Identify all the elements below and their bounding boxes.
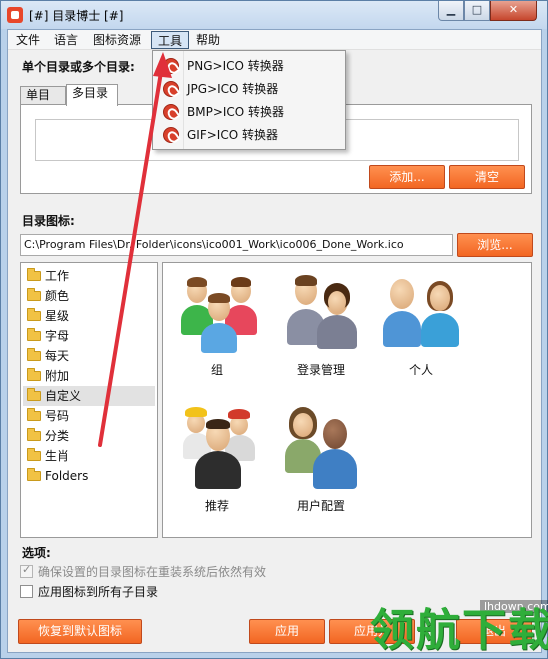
category-item[interactable]: 附加: [23, 366, 155, 386]
folder-icon: [27, 448, 41, 461]
add-button[interactable]: 添加...: [369, 165, 445, 189]
folder-icon: [27, 268, 41, 281]
icon-caption: 组: [210, 363, 223, 377]
group-people-icon: [179, 269, 259, 353]
window-title: [#] 目录博士 [#]: [29, 9, 124, 23]
menu-tools[interactable]: 工具: [151, 31, 190, 49]
icon-tile-group[interactable]: 组: [169, 265, 265, 385]
category-list: 工作 颜色 星级 字母 每天 附加 自定义 号码 分类 生肖 Folders: [20, 262, 158, 538]
category-item[interactable]: 工作: [23, 266, 155, 286]
app-window: [#] 目录博士 [#] ▁ □ ✕ 文件 语言 图标资源 工具 帮助 PNG>…: [0, 0, 548, 659]
icon-section-label: 目录图标:: [22, 214, 75, 228]
menu-item-label: JPG>ICO 转换器: [187, 82, 279, 96]
main-panel: 文件 语言 图标资源 工具 帮助 PNG>ICO 转换器 JPG>ICO 转换器…: [7, 29, 542, 653]
category-item[interactable]: 号码: [23, 406, 155, 426]
folder-icon: [27, 428, 41, 441]
folder-icon: [27, 308, 41, 321]
wrench-icon: [163, 58, 179, 74]
folder-icon: [27, 328, 41, 341]
folder-icon: [27, 368, 41, 381]
wrench-icon: [163, 127, 179, 143]
icon-tile-recommend[interactable]: 推荐: [169, 403, 265, 523]
tools-dropdown-menu: PNG>ICO 转换器 JPG>ICO 转换器 BMP>ICO 转换器 GIF>…: [152, 50, 346, 150]
menu-item-label: PNG>ICO 转换器: [187, 59, 284, 73]
tab-multi-folder[interactable]: 多目录: [66, 84, 118, 106]
keep-after-reinstall-label: 确保设置的目录图标在重装系统后依然有效: [38, 565, 267, 579]
menu-item-label: GIF>ICO 转换器: [187, 128, 278, 142]
minimize-button[interactable]: ▁: [438, 1, 464, 21]
menu-help[interactable]: 帮助: [190, 31, 226, 49]
icon-caption: 推荐: [204, 499, 229, 513]
menu-file[interactable]: 文件: [10, 31, 46, 49]
clear-button[interactable]: 清空: [449, 165, 525, 189]
apply-and-close-button[interactable]: 应用并: [329, 619, 415, 644]
icon-path-field[interactable]: C:\Program Files\Dr. Folder\icons\ico001…: [20, 234, 453, 256]
menu-bar: 文件 语言 图标资源 工具 帮助: [8, 30, 541, 50]
keep-after-reinstall-checkbox[interactable]: [20, 563, 33, 578]
category-label: 星级: [45, 309, 70, 323]
category-label: 工作: [45, 269, 70, 283]
icon-gallery: 组 登录管理 个人 推荐 用户配置: [162, 262, 532, 538]
category-item-selected[interactable]: 自定义: [23, 386, 155, 406]
icon-tile-login-management[interactable]: 登录管理: [273, 265, 369, 385]
menu-item-jpg-to-ico[interactable]: JPG>ICO 转换器: [155, 78, 343, 100]
apply-button[interactable]: 应用: [249, 619, 325, 644]
wrench-icon: [163, 104, 179, 120]
menu-item-label: BMP>ICO 转换器: [187, 105, 285, 119]
category-label: 号码: [45, 409, 70, 423]
browse-button[interactable]: 浏览...: [457, 233, 533, 257]
app-logo-icon: [7, 7, 23, 23]
personal-users-icon: [381, 271, 463, 353]
icon-tile-personal[interactable]: 个人: [373, 265, 469, 385]
category-label: Folders: [45, 469, 89, 483]
folder-icon: [27, 408, 41, 421]
mode-label: 单个目录或多个目录:: [22, 60, 135, 74]
folder-icon: [27, 388, 41, 401]
icon-caption: 用户配置: [296, 499, 345, 513]
category-label: 附加: [45, 369, 70, 383]
maximize-button[interactable]: □: [464, 1, 490, 21]
menu-item-png-to-ico[interactable]: PNG>ICO 转换器: [155, 55, 343, 77]
category-label: 分类: [45, 429, 70, 443]
menu-item-gif-to-ico[interactable]: GIF>ICO 转换器: [155, 124, 343, 146]
menu-language[interactable]: 语言: [48, 31, 84, 49]
icon-caption: 登录管理: [296, 363, 345, 377]
category-item[interactable]: 分类: [23, 426, 155, 446]
category-item[interactable]: 字母: [23, 326, 155, 346]
title-bar[interactable]: [#] 目录博士 [#] ▁ □ ✕: [1, 1, 547, 29]
category-item[interactable]: Folders: [23, 466, 155, 486]
folder-icon: [27, 288, 41, 301]
login-users-icon: [285, 269, 361, 353]
apply-subfolders-checkbox[interactable]: [20, 585, 33, 598]
folder-icon: [27, 468, 41, 481]
icon-tile-user-profile[interactable]: 用户配置: [273, 403, 369, 523]
folder-icon: [27, 348, 41, 361]
category-label: 每天: [45, 349, 70, 363]
menu-item-bmp-to-ico[interactable]: BMP>ICO 转换器: [155, 101, 343, 123]
exit-button[interactable]: 退出: [456, 619, 532, 644]
category-label: 颜色: [45, 289, 70, 303]
user-profile-icon: [283, 403, 363, 489]
restore-default-icon-button[interactable]: 恢复到默认图标: [18, 619, 142, 644]
recommend-workers-icon: [179, 403, 259, 489]
icon-caption: 个人: [408, 363, 433, 377]
category-label: 生肖: [45, 449, 70, 463]
category-label: 字母: [45, 329, 70, 343]
category-label: 自定义: [45, 389, 82, 403]
category-item[interactable]: 星级: [23, 306, 155, 326]
options-label: 选项:: [22, 546, 51, 560]
category-item[interactable]: 每天: [23, 346, 155, 366]
apply-subfolders-label: 应用图标到所有子目录: [38, 585, 159, 599]
close-button[interactable]: ✕: [490, 1, 537, 21]
wrench-icon: [163, 81, 179, 97]
category-item[interactable]: 生肖: [23, 446, 155, 466]
category-item[interactable]: 颜色: [23, 286, 155, 306]
menu-icon-resources[interactable]: 图标资源: [87, 31, 147, 49]
tab-single-folder[interactable]: 单目录: [20, 86, 66, 119]
